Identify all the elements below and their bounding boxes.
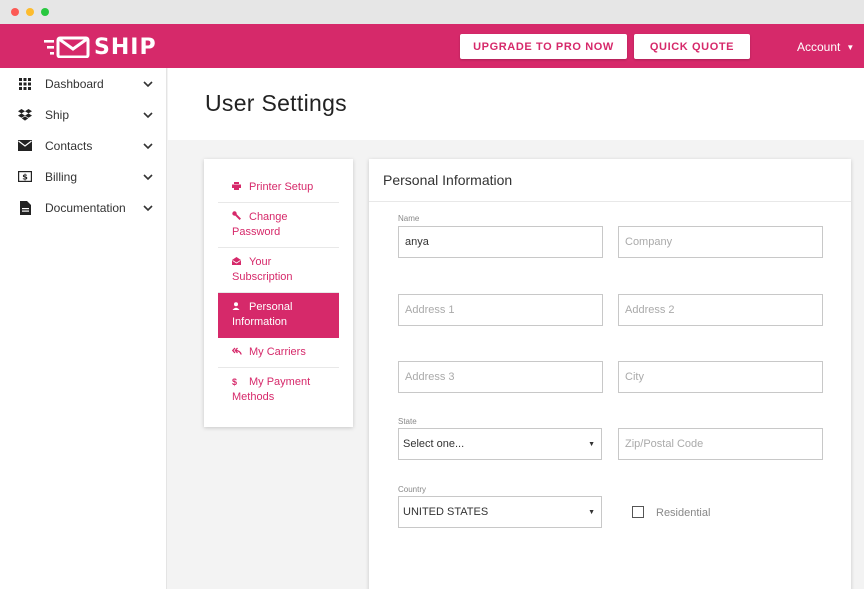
caret-down-icon: ▼ xyxy=(588,508,595,516)
svg-text:$: $ xyxy=(22,173,28,182)
residential-checkbox[interactable] xyxy=(632,506,644,518)
settings-menu-label: My Payment Methods xyxy=(232,376,311,403)
window-maximize-button[interactable] xyxy=(41,8,49,16)
caret-down-icon: ▼ xyxy=(846,42,855,52)
envelope-icon xyxy=(18,139,32,153)
chevron-down-icon xyxy=(143,111,153,118)
sidebar-item-contacts[interactable]: Contacts xyxy=(0,130,166,161)
settings-menu-item-printer-setup[interactable]: Printer Setup xyxy=(218,173,339,203)
chevron-down-icon xyxy=(143,204,153,211)
country-label: Country xyxy=(398,485,427,494)
dollar-bill-icon: $ xyxy=(18,170,32,184)
sidebar-item-billing[interactable]: $ Billing xyxy=(0,161,166,192)
sidebar-item-label: Contacts xyxy=(45,138,93,153)
caret-down-icon: ▼ xyxy=(588,440,595,448)
quick-quote-button[interactable]: QUICK QUOTE xyxy=(634,34,750,59)
settings-menu-label: Printer Setup xyxy=(249,181,314,193)
state-label: State xyxy=(398,417,417,426)
settings-menu-item-my-payment-methods[interactable]: $ My Payment Methods xyxy=(218,368,339,413)
settings-menu-label: My Carriers xyxy=(249,346,306,358)
envelope-open-icon xyxy=(232,255,242,270)
sidebar: Dashboard Ship Contacts $ Billing Docume… xyxy=(0,68,167,589)
card-title: Personal Information xyxy=(383,172,513,188)
chevron-down-icon xyxy=(143,142,153,149)
company-input[interactable] xyxy=(618,226,823,258)
state-selected-value: Select one... xyxy=(403,438,465,450)
name-input[interactable] xyxy=(398,226,603,258)
chevron-down-icon xyxy=(143,173,153,180)
sidebar-item-label: Billing xyxy=(45,169,78,184)
reply-all-icon xyxy=(231,345,242,360)
page-title: User Settings xyxy=(205,90,347,116)
address-3-input[interactable] xyxy=(398,361,603,393)
upgrade-to-pro-button[interactable]: UPGRADE TO PRO NOW xyxy=(460,34,627,59)
address-1-input[interactable] xyxy=(398,294,603,326)
sidebar-item-documentation[interactable]: Documentation xyxy=(0,192,166,223)
address-2-input[interactable] xyxy=(618,294,823,326)
user-icon xyxy=(232,300,242,315)
window-titlebar xyxy=(0,0,864,24)
city-input[interactable] xyxy=(618,361,823,393)
card-header: Personal Information xyxy=(369,159,851,202)
settings-menu-item-change-password[interactable]: Change Password xyxy=(218,203,339,248)
settings-menu-item-my-carriers[interactable]: My Carriers xyxy=(218,338,339,368)
window-close-button[interactable] xyxy=(11,8,19,16)
account-label: Account xyxy=(797,40,841,54)
page-header: User Settings xyxy=(168,68,864,140)
document-icon xyxy=(18,200,32,215)
account-menu[interactable]: Account ▼ xyxy=(797,40,854,54)
sidebar-item-label: Dashboard xyxy=(45,76,104,91)
brand-name: SHIP xyxy=(94,34,157,60)
printer-icon xyxy=(232,180,242,195)
state-select[interactable]: Select one... ▼ xyxy=(398,428,602,460)
country-select[interactable]: UNITED STATES ▼ xyxy=(398,496,602,528)
wrench-icon xyxy=(232,210,242,225)
window-minimize-button[interactable] xyxy=(26,8,34,16)
residential-label: Residential xyxy=(656,507,711,519)
sidebar-item-ship[interactable]: Ship xyxy=(0,99,166,130)
grid-icon xyxy=(18,77,32,91)
country-selected-value: UNITED STATES xyxy=(403,506,489,518)
sidebar-item-label: Ship xyxy=(45,107,70,122)
sidebar-item-label: Documentation xyxy=(45,200,126,215)
settings-menu-item-your-subscription[interactable]: Your Subscription xyxy=(218,248,339,293)
name-label: Name xyxy=(398,214,420,223)
mail-speed-icon xyxy=(44,36,90,58)
settings-menu-item-personal-information[interactable]: Personal Information xyxy=(218,293,339,338)
settings-menu: Printer Setup Change Password Your Subsc… xyxy=(204,159,353,427)
brand-logo[interactable]: SHIP xyxy=(44,34,157,60)
sidebar-item-dashboard[interactable]: Dashboard xyxy=(0,68,166,99)
dollar-icon: $ xyxy=(232,377,238,387)
chevron-down-icon xyxy=(143,80,153,87)
zip-postal-code-input[interactable] xyxy=(618,428,823,460)
personal-information-card: Personal Information Name State Select o… xyxy=(369,159,851,589)
app-header: SHIP UPGRADE TO PRO NOW QUICK QUOTE Acco… xyxy=(0,24,864,68)
dropbox-icon xyxy=(18,108,32,122)
